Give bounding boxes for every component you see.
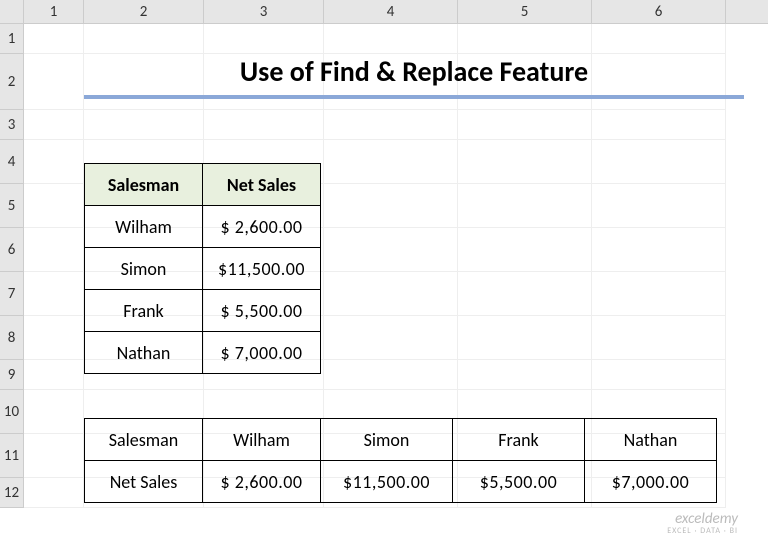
table-row: Simon $11,500.00	[85, 248, 321, 290]
header-netsales[interactable]: Net Sales	[203, 164, 321, 206]
row-header[interactable]: 5	[0, 184, 24, 228]
row-header[interactable]: 6	[0, 228, 24, 272]
row-header[interactable]: 7	[0, 272, 24, 316]
cell-value[interactable]: $5,500.00	[453, 461, 585, 503]
table-row: Salesman Wilham Simon Frank Nathan	[85, 419, 717, 461]
cell-value[interactable]: $ 2,600.00	[203, 461, 321, 503]
column-header[interactable]: 3	[204, 0, 324, 23]
label-netsales[interactable]: Net Sales	[85, 461, 203, 503]
row-header[interactable]: 12	[0, 478, 24, 508]
cell-netsales[interactable]: $ 2,600.00	[203, 206, 321, 248]
select-all-corner[interactable]	[0, 0, 24, 23]
watermark-tagline: EXCEL · DATA · BI	[667, 527, 738, 536]
cell-netsales[interactable]: $11,500.00	[203, 248, 321, 290]
cell-salesman[interactable]: Wilham	[85, 206, 203, 248]
watermark: exceldemy EXCEL · DATA · BI	[667, 511, 738, 536]
label-salesman[interactable]: Salesman	[85, 419, 203, 461]
row-header-column: 1 2 3 4 5 6 7 8 9 10 11 12	[0, 24, 24, 508]
row-header[interactable]: 10	[0, 390, 24, 434]
table-row: Wilham $ 2,600.00	[85, 206, 321, 248]
row-header[interactable]: 4	[0, 140, 24, 184]
cell-salesman[interactable]: Nathan	[85, 332, 203, 374]
row-header[interactable]: 2	[0, 54, 24, 110]
column-header[interactable]: 5	[458, 0, 592, 23]
table-row: Nathan $ 7,000.00	[85, 332, 321, 374]
column-header[interactable]: 2	[84, 0, 204, 23]
cell-netsales[interactable]: $ 5,500.00	[203, 290, 321, 332]
row-header[interactable]: 11	[0, 434, 24, 478]
column-header-row: 1 2 3 4 5 6	[0, 0, 768, 24]
cell-value[interactable]: Frank	[453, 419, 585, 461]
title-cell[interactable]: Use of Find & Replace Feature	[84, 54, 744, 99]
vertical-data-table: Salesman Net Sales Wilham $ 2,600.00 Sim…	[84, 163, 321, 374]
spreadsheet-view: 1 2 3 4 5 6 1 2 3 4 5 6 7 8 9 10 11 12 U…	[0, 0, 768, 542]
row-header[interactable]: 3	[0, 110, 24, 140]
table-row: Net Sales $ 2,600.00 $11,500.00 $5,500.0…	[85, 461, 717, 503]
header-salesman[interactable]: Salesman	[85, 164, 203, 206]
cell-value[interactable]: $11,500.00	[321, 461, 453, 503]
row-header[interactable]: 1	[0, 24, 24, 54]
row-header[interactable]: 9	[0, 360, 24, 390]
table-header-row: Salesman Net Sales	[85, 164, 321, 206]
cell-value[interactable]: $7,000.00	[585, 461, 717, 503]
watermark-brand: exceldemy	[667, 511, 738, 528]
row-header[interactable]: 8	[0, 316, 24, 360]
page-title: Use of Find & Replace Feature	[84, 54, 744, 89]
cell-salesman[interactable]: Simon	[85, 248, 203, 290]
column-header[interactable]: 4	[324, 0, 458, 23]
column-header[interactable]: 1	[24, 0, 84, 23]
cell-value[interactable]: Nathan	[585, 419, 717, 461]
title-underline	[84, 95, 744, 99]
column-header[interactable]: 6	[592, 0, 726, 23]
cell-value[interactable]: Wilham	[203, 419, 321, 461]
table-row: Frank $ 5,500.00	[85, 290, 321, 332]
cell-netsales[interactable]: $ 7,000.00	[203, 332, 321, 374]
cell-value[interactable]: Simon	[321, 419, 453, 461]
cell-salesman[interactable]: Frank	[85, 290, 203, 332]
transposed-data-table: Salesman Wilham Simon Frank Nathan Net S…	[84, 418, 717, 503]
